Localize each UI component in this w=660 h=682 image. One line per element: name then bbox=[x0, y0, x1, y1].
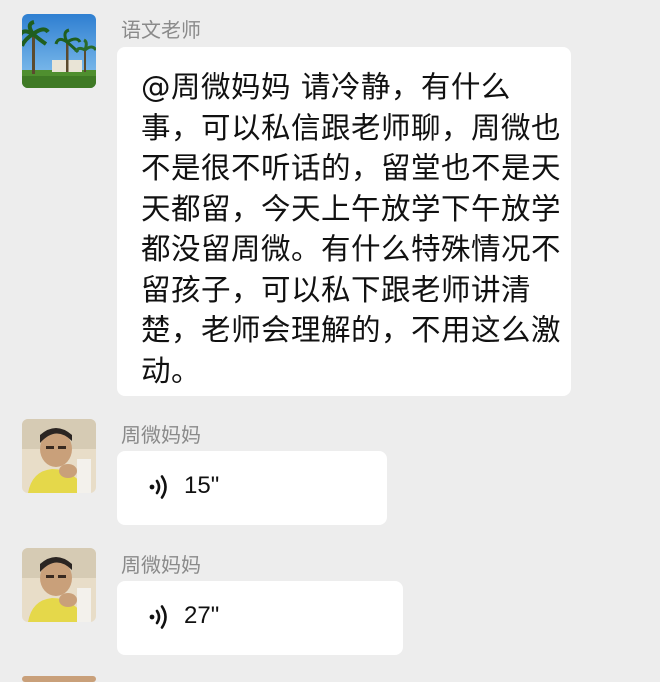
sender-name: 语文老师 bbox=[121, 18, 201, 42]
message-item-teacher: 语文老师 @周微妈妈 请冷静，有什么事，可以私信跟老师聊，周微也不是很不听话的，… bbox=[0, 0, 660, 400]
avatar[interactable] bbox=[22, 419, 96, 493]
message-item-voice: 周微妈妈 15" bbox=[0, 410, 660, 530]
voice-icon bbox=[149, 475, 167, 499]
sender-name: 周微妈妈 bbox=[121, 423, 201, 447]
voice-duration: 15" bbox=[184, 472, 220, 499]
avatar[interactable] bbox=[22, 14, 96, 88]
message-item-voice: 周微妈妈 27" bbox=[0, 540, 660, 682]
voice-duration: 27" bbox=[184, 602, 220, 629]
voice-message-bubble[interactable]: 15" bbox=[117, 451, 387, 525]
message-bubble[interactable]: @周微妈妈 请冷静，有什么事，可以私信跟老师聊，周微也不是很不听话的，留堂也不是… bbox=[117, 47, 571, 396]
sender-name: 周微妈妈 bbox=[121, 553, 201, 577]
avatar[interactable] bbox=[22, 676, 96, 682]
voice-icon bbox=[149, 605, 167, 629]
message-text: @周微妈妈 请冷静，有什么事，可以私信跟老师聊，周微也不是很不听话的，留堂也不是… bbox=[141, 70, 562, 388]
avatar[interactable] bbox=[22, 548, 96, 622]
voice-message-bubble[interactable]: 27" bbox=[117, 581, 403, 655]
